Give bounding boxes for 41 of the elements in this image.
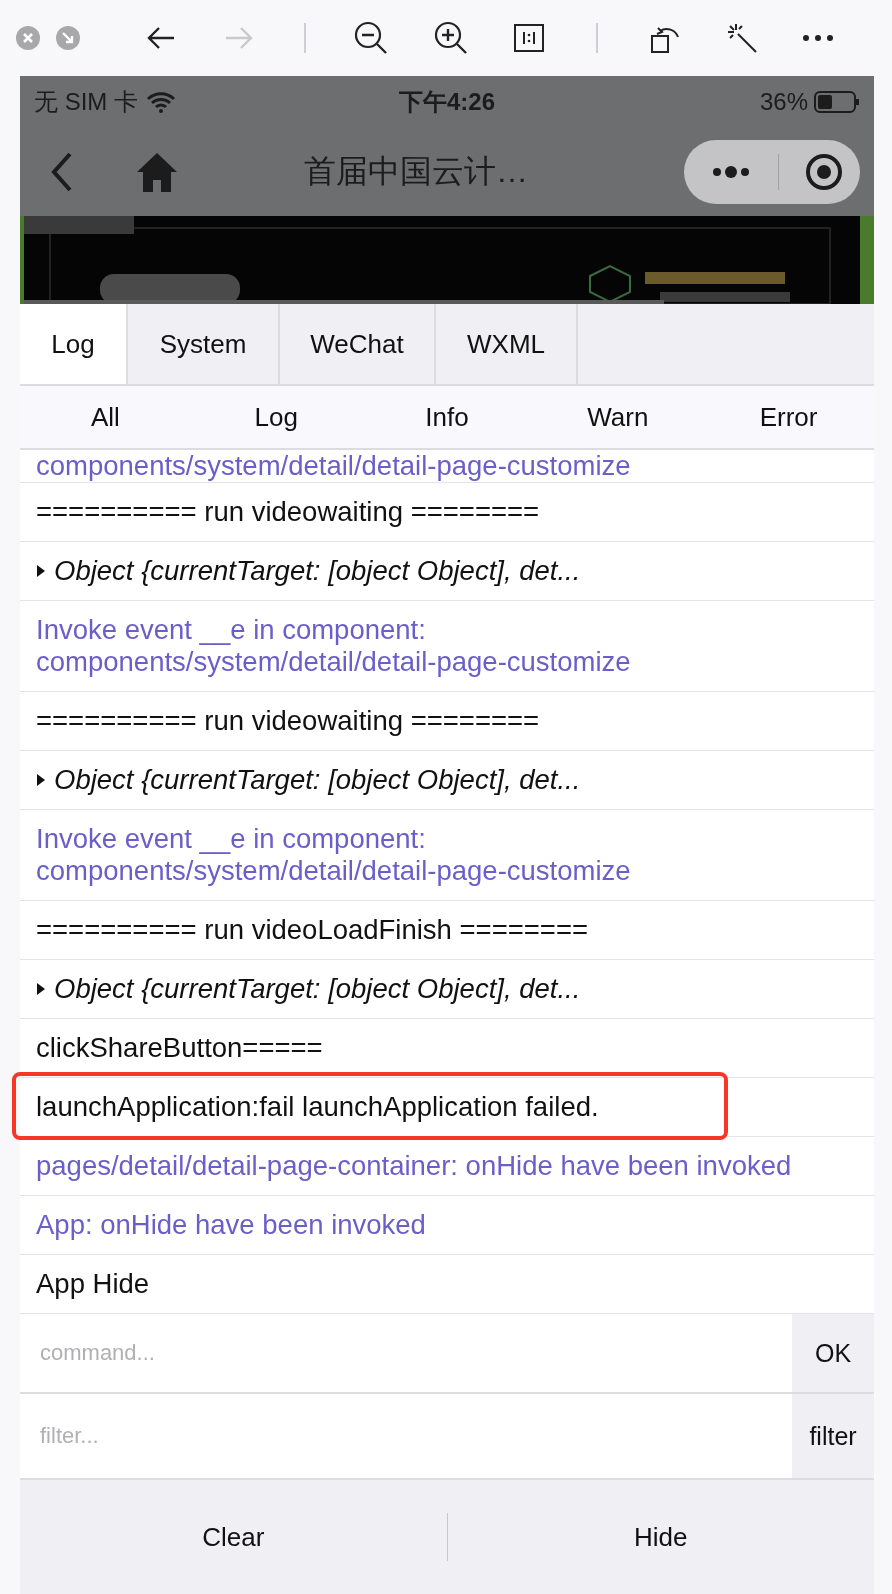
object-log-text: Object {currentTarget: [object Object], det... <box>54 973 581 1005</box>
log-message: ========== run videoLoadFinish ======== <box>36 914 589 946</box>
back-arrow-icon[interactable] <box>146 26 176 50</box>
magic-wand-icon[interactable] <box>726 22 758 54</box>
log-message: Invoke event __e in component: components/system/detail/detail-page-customize <box>36 823 632 887</box>
ok-button[interactable]: OK <box>792 1314 874 1392</box>
log-message: ========== run videowaiting ======== <box>36 705 540 737</box>
filter-tab[interactable]: Warn <box>532 386 704 448</box>
actual-size-icon[interactable] <box>514 24 544 52</box>
zoom-out-icon[interactable] <box>354 21 388 55</box>
clock-text: 下午4:26 <box>399 87 496 117</box>
expand-triangle-icon[interactable] <box>36 564 46 578</box>
filter-button[interactable]: filter <box>792 1394 874 1478</box>
log-message: App: onHide have been invoked <box>36 1209 426 1241</box>
zoom-in-icon[interactable] <box>434 21 468 55</box>
filter-tab[interactable]: All <box>20 386 191 448</box>
more-icon[interactable] <box>802 34 834 42</box>
wifi-icon <box>146 91 176 113</box>
page-title: 首届中国云计… <box>303 152 529 191</box>
log-message: pages/detail/detail-page-container: onHide have been invoked <box>36 1150 792 1182</box>
back-chevron-icon[interactable] <box>50 152 74 192</box>
battery-percent: 36% <box>759 88 808 116</box>
log-message: ========== run videowaiting ======== <box>36 496 540 528</box>
battery-icon <box>814 91 860 113</box>
target-icon[interactable] <box>805 153 843 191</box>
tab[interactable]: Log <box>20 304 128 384</box>
log-message: launchApplication:fail launchApplication failed. <box>36 1091 599 1123</box>
expand-triangle-icon[interactable] <box>36 773 46 787</box>
log-message: clickShareButton===== <box>36 1032 323 1064</box>
filter-tab[interactable]: Log <box>190 386 362 448</box>
carrier-text: 无 SIM 卡 <box>34 87 138 117</box>
object-log-text: Object {currentTarget: [object Object], det... <box>54 764 581 796</box>
log-message: Invoke event __e in component: components/system/detail/detail-page-customize <box>36 614 632 678</box>
log-message: components/system/detail/detail-page-customize <box>36 450 631 482</box>
object-log-text: Object {currentTarget: [object Object], det... <box>54 555 581 587</box>
expand-triangle-icon[interactable] <box>36 982 46 996</box>
filter-tab[interactable]: Info <box>361 386 533 448</box>
more-icon[interactable] <box>712 165 750 179</box>
home-icon[interactable] <box>136 152 178 192</box>
filter-tab[interactable]: Error <box>703 386 874 448</box>
log-message: App Hide <box>36 1268 150 1300</box>
